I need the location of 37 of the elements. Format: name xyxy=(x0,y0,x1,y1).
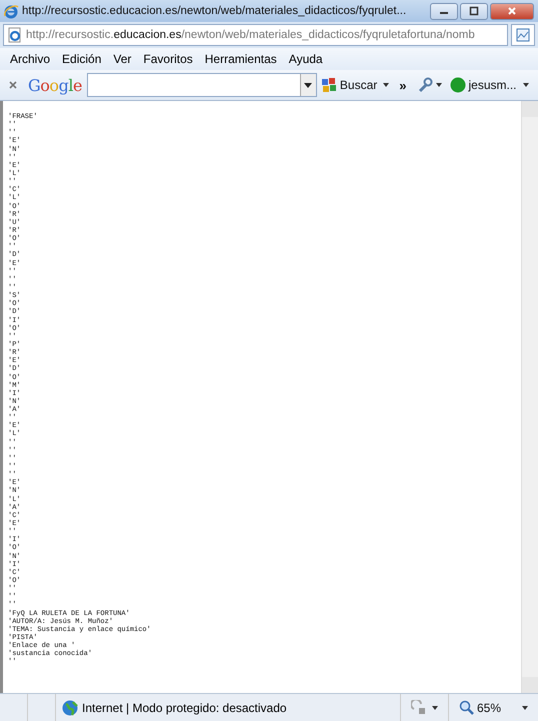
settings-button[interactable] xyxy=(416,77,442,93)
colored-squares-icon xyxy=(320,77,337,93)
more-button[interactable]: » xyxy=(399,78,406,92)
scrollbar[interactable] xyxy=(521,101,538,693)
caret-icon xyxy=(522,83,529,87)
search-field[interactable] xyxy=(86,73,317,97)
caret-icon xyxy=(432,706,438,710)
caret-icon xyxy=(383,83,390,87)
restore-icon xyxy=(469,6,479,16)
browser-logo-icon xyxy=(3,3,19,19)
window-title: http://recursostic.educacion.es/newton/web/materiales_didacticos/fyqrulet... xyxy=(22,5,408,17)
caret-icon xyxy=(522,706,528,710)
dropdown-arrow-icon xyxy=(304,82,312,88)
zoom-button[interactable]: 65% xyxy=(448,694,538,721)
globe-icon xyxy=(62,700,78,716)
address-field[interactable]: http://recursostic.educacion.es/newton/web/materiales_didacticos/fyqruletafortuna/nomb xyxy=(3,24,508,46)
menu-item[interactable]: Edición xyxy=(56,52,108,66)
wrench-icon xyxy=(416,77,432,93)
close-button[interactable] xyxy=(490,2,534,20)
status-dot-icon xyxy=(450,77,466,93)
account-button[interactable]: jesusm... xyxy=(450,77,529,93)
minimize-button[interactable] xyxy=(430,2,458,20)
maximize-button[interactable] xyxy=(460,2,488,20)
menu-item[interactable]: Favoritos xyxy=(137,52,199,66)
google-logo: Google xyxy=(28,76,82,94)
compatibility-view-button[interactable] xyxy=(511,24,535,46)
menu-item[interactable]: Herramientas xyxy=(198,52,283,66)
menu-item[interactable]: Ver xyxy=(107,52,138,66)
close-icon xyxy=(8,80,18,90)
zone-text: Internet | Modo protegido: desactivado xyxy=(82,700,287,714)
menu-item[interactable]: Archivo xyxy=(4,52,56,66)
magnifier-icon xyxy=(459,700,475,716)
close-icon xyxy=(507,6,517,16)
page-icon xyxy=(7,27,23,43)
caret-icon xyxy=(436,83,442,87)
search-button[interactable]: Buscar xyxy=(320,77,390,93)
menu-item[interactable]: Ayuda xyxy=(282,52,329,66)
